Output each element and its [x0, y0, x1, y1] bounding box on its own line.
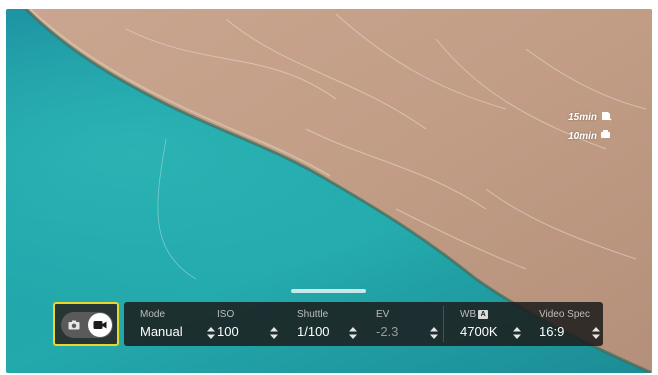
- drone-storage-icon: [600, 130, 612, 143]
- param-value: 100: [217, 324, 239, 339]
- param-value: 4700K: [460, 324, 498, 339]
- param-label: ISO: [217, 309, 235, 320]
- camera-parameters-panel: Mode Manual ISO 100 Shuttle 1/100 EV -2.…: [124, 302, 603, 346]
- param-mode[interactable]: Mode Manual: [140, 302, 215, 346]
- camera-icon[interactable]: [66, 317, 82, 333]
- param-value: 1/100: [297, 324, 330, 339]
- card-storage-icon: [600, 111, 612, 124]
- param-label: EV: [376, 309, 390, 320]
- drone-recording-estimate: 10min: [568, 130, 612, 143]
- param-label: Video Spec: [539, 309, 590, 320]
- param-label: WB A: [460, 309, 489, 320]
- stepper-arrows-icon[interactable]: [207, 327, 215, 339]
- param-white-balance[interactable]: WB A 4700K: [460, 302, 530, 346]
- param-value: 16:9: [539, 324, 565, 339]
- wb-auto-badge: A: [478, 310, 489, 319]
- stepper-arrows-icon[interactable]: [430, 327, 438, 339]
- param-value: Manual: [140, 324, 183, 339]
- panel-divider: [443, 306, 444, 342]
- video-camera-icon[interactable]: [88, 313, 112, 337]
- stepper-arrows-icon[interactable]: [349, 327, 357, 339]
- param-iso[interactable]: ISO 100: [217, 302, 287, 346]
- card-recording-estimate: 15min: [568, 111, 612, 124]
- param-value: -2.3: [376, 324, 399, 339]
- param-video-spec[interactable]: Video Spec 16:9: [539, 302, 601, 346]
- stepper-arrows-icon[interactable]: [513, 327, 521, 339]
- param-label: Mode: [140, 309, 166, 320]
- stepper-arrows-icon[interactable]: [270, 327, 278, 339]
- photo-video-toggle[interactable]: [53, 302, 119, 346]
- param-ev[interactable]: EV -2.3: [376, 302, 440, 346]
- param-label: Shuttle: [297, 309, 329, 320]
- param-shuttle[interactable]: Shuttle 1/100: [297, 302, 367, 346]
- stepper-arrows-icon[interactable]: [592, 327, 600, 339]
- panel-drag-handle[interactable]: [291, 289, 366, 293]
